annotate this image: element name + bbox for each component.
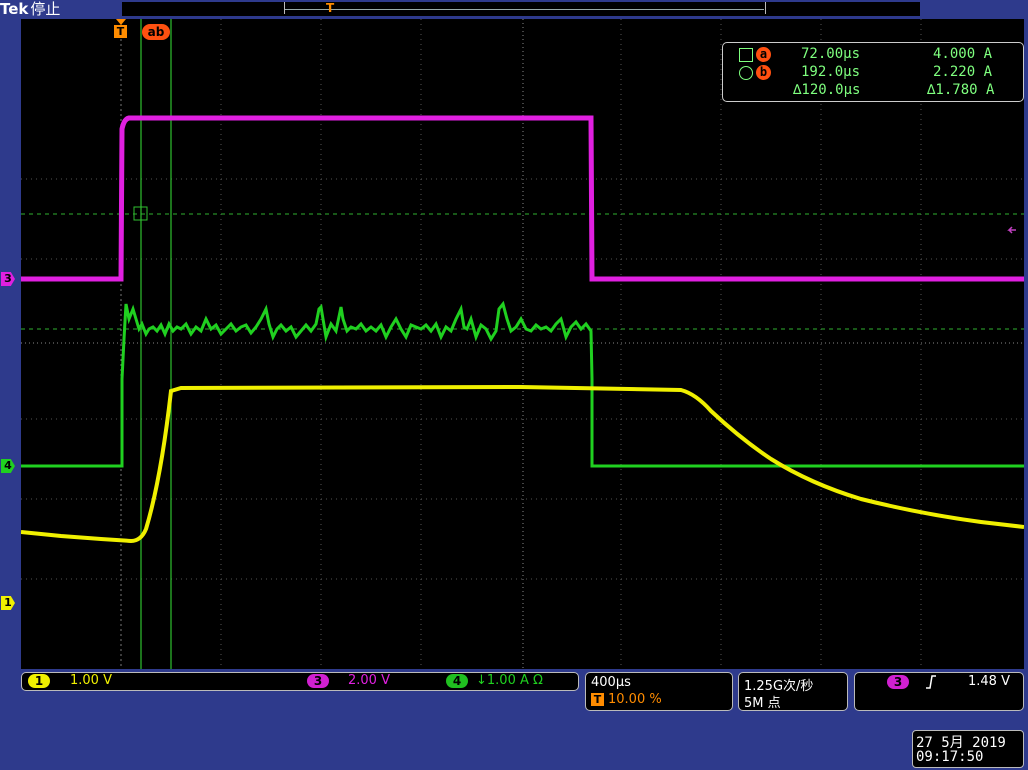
cursor-delta-time: ∆120.0µs	[793, 82, 861, 98]
cursor-a-value: 4.000 A	[933, 46, 993, 62]
cursor-a-badge: a	[756, 47, 771, 62]
ch1-ground-marker[interactable]: 1	[1, 596, 15, 610]
trigger-position-value: 10.00 %	[608, 692, 662, 707]
ch3-scale[interactable]: 2.00 V	[348, 673, 390, 688]
bottom-settings-bar: 1 1.00 V 3 2.00 V 4 ↓1.00 A Ω 400µs T 10…	[0, 669, 1028, 770]
cursor-a-time: 72.00µs	[801, 46, 861, 62]
brand-logo: Tek	[0, 0, 29, 18]
ch4-scale[interactable]: ↓1.00 A Ω	[476, 673, 543, 688]
waveform-display[interactable]	[21, 19, 1024, 669]
time: 09:17:50	[916, 749, 984, 765]
trigger-cursor-marker[interactable]: T	[114, 19, 128, 39]
ch4-badge[interactable]: 4	[446, 674, 468, 688]
run-status: 停止	[30, 0, 61, 18]
ch1-badge[interactable]: 1	[28, 674, 50, 688]
cursor-delta-row: ∆120.0µs ∆1.780 A	[723, 82, 1023, 100]
ch3-ground-marker[interactable]: 3	[1, 272, 15, 286]
timebase-scale: 400µs	[591, 675, 631, 690]
cursor-b-badge: b	[756, 65, 771, 80]
trigger-position-icon: T	[591, 693, 604, 706]
brand-status: Tek 停止	[0, 0, 60, 19]
timebase-box[interactable]: 400µs T 10.00 %	[585, 672, 733, 711]
record-trigger-marker: T	[326, 1, 335, 15]
cursor-readout-panel: a 72.00µs 4.000 A b 192.0µs 2.220 A ∆120…	[722, 42, 1024, 102]
trigger-level: 1.48 V	[968, 674, 1010, 689]
cursor-b-row: b 192.0µs 2.220 A	[723, 64, 1023, 82]
top-status-bar: Tek 停止 T	[0, 0, 1028, 19]
trigger-source-badge: 3	[887, 675, 909, 689]
vertical-scales-box: 1 1.00 V 3 2.00 V 4 ↓1.00 A Ω	[21, 672, 579, 691]
ch3-badge[interactable]: 3	[307, 674, 329, 688]
trigger-level-arrow-icon	[1007, 226, 1016, 234]
cursor-a-row: a 72.00µs 4.000 A	[723, 46, 1023, 64]
trigger-label: T	[114, 25, 127, 38]
cursor-ab-marker[interactable]: ab	[142, 24, 170, 40]
cursor-b-time: 192.0µs	[801, 64, 861, 80]
square-icon	[739, 48, 753, 62]
cursor-delta-value: ∆1.780 A	[927, 82, 995, 98]
record-length: 5M 点	[744, 696, 781, 711]
acquisition-box[interactable]: 1.25G次/秒 5M 点	[738, 672, 848, 711]
circle-icon	[739, 66, 753, 80]
ch4-ground-marker[interactable]: 4	[1, 459, 15, 473]
cursor-b-value: 2.220 A	[933, 64, 993, 80]
datetime-box: 27 5月 2019 09:17:50	[912, 730, 1024, 768]
trigger-box[interactable]: 3 1.48 V	[854, 672, 1024, 711]
ch1-scale[interactable]: 1.00 V	[70, 673, 112, 688]
record-view-bracket[interactable]	[284, 2, 766, 14]
rising-edge-icon	[926, 675, 936, 689]
